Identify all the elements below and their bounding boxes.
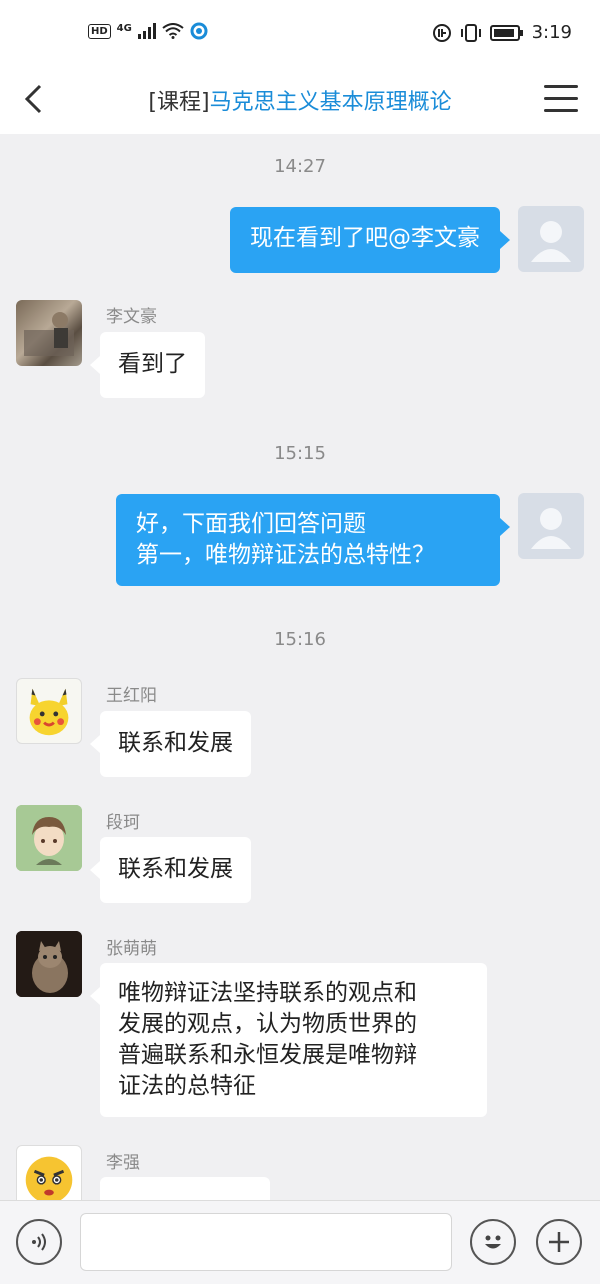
status-left: HD 4G: [88, 22, 208, 40]
message-line: 好，下面我们回答问题: [136, 511, 366, 537]
chat-header: [课程]马克思主义基本原理概论: [0, 68, 600, 134]
outgoing-message-bubble[interactable]: 好，下面我们回答问题 第一，唯物辩证法的总特性？: [116, 494, 500, 586]
smiley-icon: [485, 1235, 501, 1249]
incoming-message-bubble[interactable]: 看到了: [100, 332, 205, 398]
message-input[interactable]: [80, 1213, 452, 1271]
bubble-tail: [90, 356, 100, 374]
incoming-message-bubble[interactable]: [100, 1177, 270, 1200]
sender-name: 李强: [106, 1153, 140, 1173]
bubble-tail: [90, 861, 100, 879]
message-text: 联系和发展: [118, 856, 233, 882]
timestamp: 15:15: [274, 443, 326, 464]
plus-icon: [549, 1232, 569, 1252]
message-text: 现在看到了吧@李文豪: [250, 225, 480, 251]
emoji-face-avatar-icon: [25, 1156, 73, 1200]
group-name: 马克思主义基本原理概论: [209, 90, 452, 115]
anime-avatar-icon: [16, 805, 82, 871]
vibrate-icon: [460, 23, 481, 42]
hd-badge: HD: [88, 23, 111, 39]
sender-avatar[interactable]: [16, 931, 82, 997]
message-text: 联系和发展: [118, 730, 233, 756]
bubble-tail: [90, 735, 100, 753]
status-right: 3:19: [432, 22, 572, 43]
title-prefix: [课程]: [148, 90, 210, 115]
network-type: 4G: [116, 22, 132, 34]
bubble-tail: [500, 231, 510, 249]
message-line: 发展的观点，认为物质世界的: [118, 1011, 417, 1037]
incoming-message-bubble[interactable]: 唯物辩证法坚持联系的观点和 发展的观点，认为物质世界的 普遍联系和永恒发展是唯物…: [100, 963, 487, 1117]
message-line: 唯物辩证法坚持联系的观点和: [118, 980, 417, 1006]
bubble-tail: [500, 518, 510, 536]
timestamp: 14:27: [274, 156, 326, 177]
status-bar: HD 4G 3:19: [0, 0, 600, 68]
sender-name: 张萌萌: [106, 939, 157, 959]
message-line: 证法的总特征: [118, 1073, 256, 1099]
wifi-icon: [162, 23, 184, 39]
sender-avatar[interactable]: [16, 805, 82, 871]
default-user-icon: [531, 221, 571, 262]
message-line: 普遍联系和永恒发展是唯物辩: [118, 1042, 417, 1068]
chat-title: [课程]马克思主义基本原理概论: [0, 84, 600, 116]
incoming-message-bubble[interactable]: 联系和发展: [100, 711, 251, 777]
more-button[interactable]: [536, 1219, 582, 1265]
timestamp: 15:16: [274, 629, 326, 650]
voice-icon: [32, 1233, 46, 1251]
emoji-button[interactable]: [470, 1219, 516, 1265]
sender-name: 段珂: [106, 813, 140, 833]
clock: 3:19: [531, 22, 572, 43]
composer-bar: [0, 1200, 600, 1284]
browser-app-icon: [190, 22, 208, 40]
sender-name: 王红阳: [106, 686, 157, 706]
incoming-message-bubble[interactable]: 联系和发展: [100, 837, 251, 903]
message-text: 看到了: [118, 351, 187, 377]
menu-button[interactable]: [544, 85, 578, 115]
menu-line: [544, 109, 578, 112]
menu-line: [544, 85, 578, 88]
bubble-tail: [90, 987, 100, 1005]
sender-avatar[interactable]: [16, 1145, 82, 1200]
my-avatar[interactable]: [518, 206, 584, 272]
default-user-icon: [531, 508, 571, 549]
my-avatar[interactable]: [518, 493, 584, 559]
outgoing-message-bubble[interactable]: 现在看到了吧@李文豪: [230, 207, 500, 273]
pikachu-avatar-icon: [29, 688, 69, 736]
signal-icon: [137, 23, 156, 39]
message-line: 第一，唯物辩证法的总特性？: [136, 542, 435, 568]
sender-avatar[interactable]: [16, 678, 82, 744]
menu-line: [544, 97, 578, 100]
voice-button[interactable]: [16, 1219, 62, 1265]
sender-name: 李文豪: [106, 307, 157, 327]
hd-call-icon: [432, 23, 451, 42]
sender-avatar[interactable]: [16, 300, 82, 366]
cat-avatar-icon: [16, 931, 82, 997]
photo-avatar-icon: [24, 312, 74, 356]
battery-icon: [489, 24, 523, 41]
message-list[interactable]: 14:27 现在看到了吧@李文豪 李文豪 看到了 15:15 好，下面我们回答问…: [0, 134, 600, 1200]
